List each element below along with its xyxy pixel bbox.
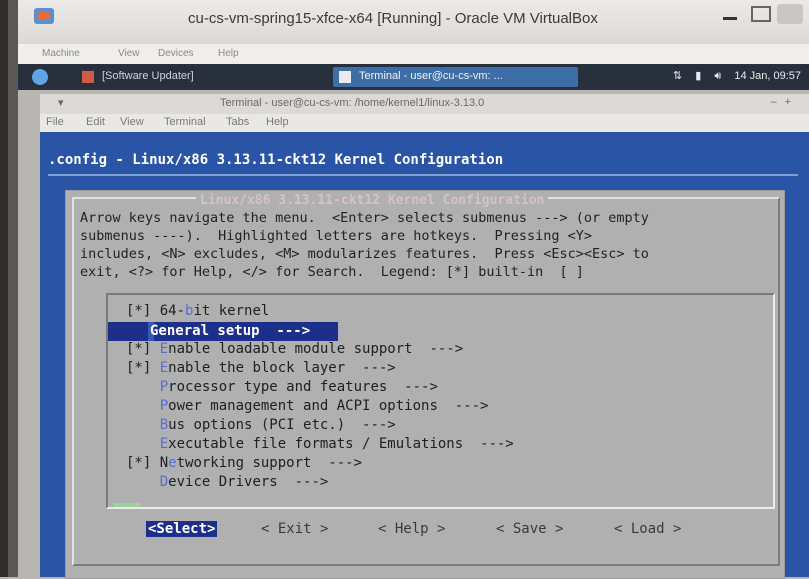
menu-devices[interactable]: Devices — [158, 48, 194, 59]
menu-list: [*] 64-bit kernel General setup ---> [*]… — [106, 293, 775, 509]
item-mark — [126, 474, 160, 490]
menu-terminal[interactable]: Terminal — [164, 116, 206, 128]
help-line: exit, <?> for Help, </> for Search. Lege… — [80, 264, 584, 280]
network-icon[interactable]: ⇅ — [673, 70, 682, 82]
item-text-rest: nable the block layer ---> — [168, 360, 396, 376]
item-text-rest: xecutable file formats / Emulations ---> — [168, 436, 514, 452]
item-hotkey: E — [159, 436, 169, 452]
terminal-content[interactable]: .config - Linux/x86 3.13.11-ckt12 Kernel… — [40, 132, 809, 579]
item-text-rest: ower management and ACPI options ---> — [168, 398, 489, 414]
volume-icon[interactable]: 🔊︎ — [714, 70, 721, 82]
item-mark — [126, 436, 160, 452]
menu-item-networking[interactable]: [*] Networking support ---> — [126, 455, 362, 474]
taskbar-item-label: [Software Updater] — [102, 70, 194, 82]
item-hotkey: P — [159, 379, 169, 395]
window-menu-icon[interactable]: ▾ — [58, 96, 64, 109]
item-mark: [*] — [126, 455, 160, 471]
header-divider — [48, 174, 798, 176]
menu-item-power-management[interactable]: Power management and ACPI options ---> — [126, 398, 489, 417]
maximize-icon[interactable] — [751, 6, 771, 22]
menu-item-64bit-kernel[interactable]: [*] 64-bit kernel — [126, 303, 269, 322]
terminal-menubar: File Edit View Terminal Tabs Help — [40, 114, 809, 132]
item-text-rest: tworking support ---> — [176, 455, 363, 471]
menu-file[interactable]: File — [46, 116, 64, 128]
save-button[interactable]: < Save > — [496, 521, 563, 537]
item-hotkey: E — [159, 360, 169, 376]
menu-item-loadable-module[interactable]: [*] Enable loadable module support ---> — [126, 341, 463, 360]
menu-item-block-layer[interactable]: [*] Enable the block layer ---> — [126, 360, 396, 379]
help-line: includes, <N> excludes, <M> modularizes … — [80, 246, 649, 262]
virtualbox-icon — [34, 8, 54, 24]
battery-icon[interactable]: ▮ — [695, 70, 701, 82]
exit-button[interactable]: < Exit > — [261, 521, 328, 537]
item-text-rest: us options (PCI etc.) ---> — [168, 417, 396, 433]
host-frame-shadow — [0, 0, 8, 577]
software-updater-icon — [82, 71, 94, 83]
menu-item-executable-formats[interactable]: Executable file formats / Emulations ---… — [126, 436, 514, 455]
item-hotkey: e — [168, 455, 177, 471]
item-text: 64- — [159, 303, 186, 319]
virtualbox-menubar: Machine View Devices Help — [18, 44, 809, 64]
select-button[interactable]: <Select> — [146, 521, 218, 537]
window-controls[interactable]: –+ — [770, 96, 799, 108]
item-hotkey: D — [159, 474, 169, 490]
xfce-menu-icon[interactable] — [32, 69, 48, 85]
menu-machine[interactable]: Machine — [42, 48, 80, 59]
item-mark — [126, 398, 160, 414]
menu-tabs[interactable]: Tabs — [226, 116, 249, 128]
item-hotkey: P — [159, 398, 169, 414]
item-text-rest: nable loadable module support ---> — [168, 341, 464, 357]
terminal-titlebar: ▾ Terminal - user@cu-cs-vm: /home/kernel… — [40, 94, 809, 114]
menu-item-bus-options[interactable]: Bus options (PCI etc.) ---> — [126, 417, 396, 436]
taskbar-item-label: Terminal - user@cu-cs-vm: ... — [359, 70, 503, 82]
menu-view[interactable]: View — [120, 116, 144, 128]
dialog-title: Linux/x86 3.13.11-ckt12 Kernel Configura… — [196, 193, 549, 208]
menu-view[interactable]: View — [118, 48, 140, 59]
menu-item-general-setup[interactable]: General setup ---> — [108, 322, 338, 341]
scroll-indicator — [114, 503, 140, 507]
item-mark: [*] — [126, 303, 160, 319]
item-text: General setup ---> — [150, 323, 311, 339]
help-line: submenus ----). Highlighted letters are … — [80, 228, 593, 244]
system-tray: ⇅ ▮ 🔊︎ 14 Jan, 09:57 — [663, 69, 801, 83]
load-button[interactable]: < Load > — [614, 521, 681, 537]
item-mark — [126, 379, 160, 395]
item-mark: [*] — [126, 360, 160, 376]
menu-help[interactable]: Help — [218, 48, 239, 59]
help-text: Arrow keys navigate the menu. <Enter> se… — [80, 209, 780, 281]
virtualbox-window-title: cu-cs-vm-spring15-xfce-x64 [Running] - O… — [188, 10, 598, 27]
item-hotkey: E — [159, 341, 169, 357]
item-mark — [126, 417, 160, 433]
menuconfig-dialog: Linux/x86 3.13.11-ckt12 Kernel Configura… — [65, 190, 785, 579]
item-text: N — [159, 455, 169, 471]
virtualbox-titlebar: cu-cs-vm-spring15-xfce-x64 [Running] - O… — [18, 0, 809, 45]
item-text-rest: it kernel — [193, 303, 270, 319]
minimize-icon[interactable] — [723, 10, 739, 22]
clock[interactable]: 14 Jan, 09:57 — [734, 70, 801, 82]
help-button[interactable]: < Help > — [378, 521, 445, 537]
button-row: <Select> < Exit > < Help > < Save > < Lo… — [106, 519, 771, 543]
menu-help[interactable]: Help — [266, 116, 289, 128]
guest-top-panel: [Software Updater] Terminal - user@cu-cs… — [18, 64, 809, 90]
item-text-rest: rocessor type and features ---> — [168, 379, 438, 395]
help-line: Arrow keys navigate the menu. <Enter> se… — [80, 210, 649, 226]
menu-item-device-drivers[interactable]: Device Drivers ---> — [126, 474, 329, 493]
item-hotkey: B — [159, 417, 169, 433]
menu-item-processor-type[interactable]: Processor type and features ---> — [126, 379, 438, 398]
taskbar-item-software-updater[interactable]: [Software Updater] — [78, 67, 328, 87]
menu-edit[interactable]: Edit — [86, 116, 105, 128]
item-text-rest: evice Drivers ---> — [168, 474, 329, 490]
terminal-icon — [339, 71, 351, 83]
close-icon[interactable] — [777, 4, 803, 24]
config-header: .config - Linux/x86 3.13.11-ckt12 Kernel… — [48, 152, 504, 168]
terminal-window-title: Terminal - user@cu-cs-vm: /home/kernel1/… — [220, 97, 485, 109]
taskbar-item-terminal[interactable]: Terminal - user@cu-cs-vm: ... — [333, 67, 578, 87]
item-mark: [*] — [126, 341, 160, 357]
